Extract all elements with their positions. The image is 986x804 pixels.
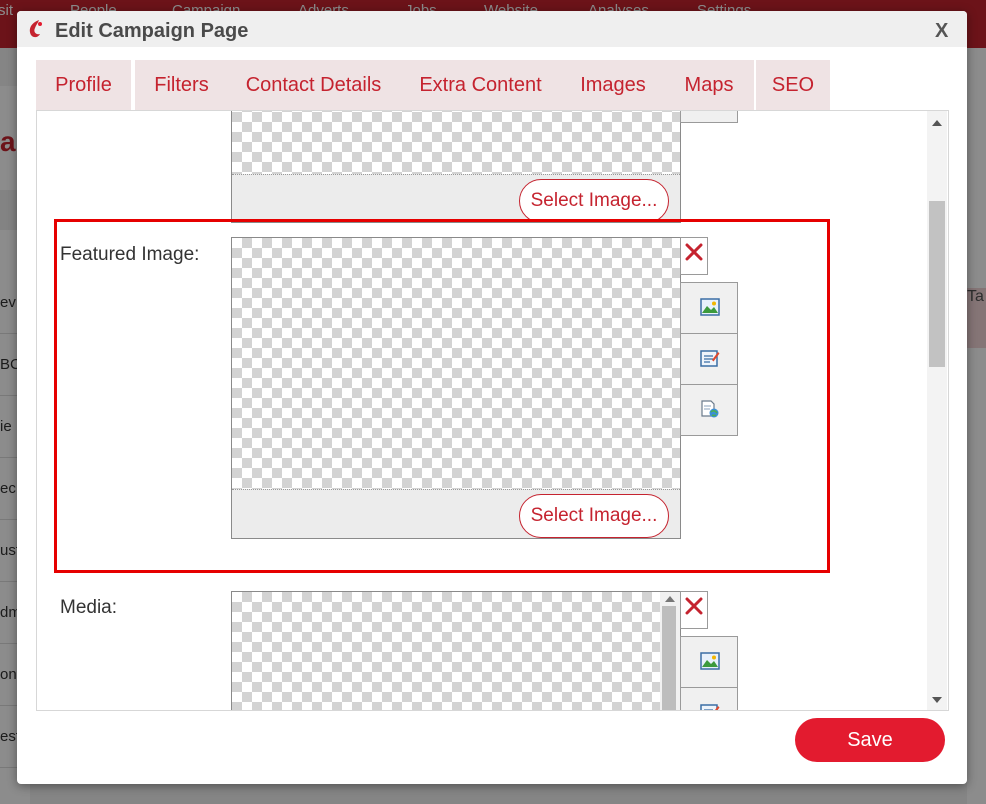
media-scroll-thumb[interactable] [662, 606, 676, 710]
tab-filters[interactable]: Filters [135, 60, 228, 110]
select-image-button[interactable]: Select Image... [519, 179, 669, 222]
dialog-title: Edit Campaign Page [55, 20, 249, 42]
image-preview [232, 111, 680, 174]
delete-icon [685, 597, 703, 615]
image-tool-button[interactable] [680, 111, 738, 123]
media-browse-image-button[interactable] [680, 636, 738, 688]
image-footer: Select Image... [232, 174, 680, 222]
panel-scroll-thumb[interactable] [929, 201, 945, 367]
tab-extra-content[interactable]: Extra Content [399, 60, 562, 110]
tab-seo[interactable]: SEO [756, 60, 830, 110]
tab-profile[interactable]: Profile [36, 60, 131, 110]
edit-icon [700, 704, 720, 710]
media-edit-image-button[interactable] [680, 687, 738, 710]
close-button[interactable]: X [935, 20, 948, 43]
media-delete-button[interactable] [680, 591, 708, 629]
image-icon [700, 652, 720, 670]
save-button[interactable]: Save [795, 718, 945, 762]
media-scrollbar[interactable] [660, 592, 680, 710]
tab-contact-details[interactable]: Contact Details [228, 60, 399, 110]
previous-image-field: Select Image... [231, 111, 681, 223]
scroll-up-arrow-icon[interactable] [932, 120, 942, 126]
media-preview [232, 592, 660, 710]
featured-image-highlight [54, 219, 830, 573]
media-field [231, 591, 681, 710]
scroll-down-arrow-icon[interactable] [932, 697, 942, 703]
logo-icon [29, 20, 42, 38]
media-label: Media: [60, 597, 118, 618]
media-scroll-up[interactable] [665, 596, 675, 602]
tab-maps[interactable]: Maps [664, 60, 754, 110]
edit-campaign-dialog: Edit Campaign Page X Profile Filters Con… [17, 11, 967, 784]
tab-images[interactable]: Images [562, 60, 664, 110]
dialog-header: Edit Campaign Page X [17, 11, 967, 47]
